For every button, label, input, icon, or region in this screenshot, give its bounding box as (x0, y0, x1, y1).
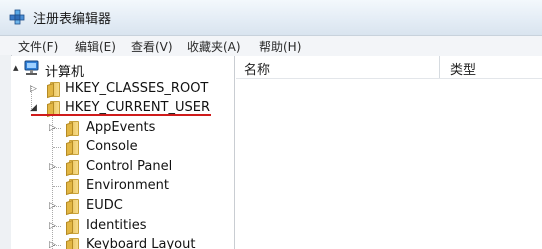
tree-item-label: Identities (86, 218, 147, 233)
window-title: 注册表编辑器 (33, 12, 112, 27)
registry-values-pane[interactable]: 名称 类型 (236, 56, 542, 249)
tree-item-label: HKEY_CLASSES_ROOT (65, 81, 209, 96)
tree-item-label: Console (86, 139, 138, 154)
folder-icon (66, 121, 80, 136)
menu-bar: 文件(F) 编辑(E) 查看(V) 收藏夹(A) 帮助(H) (0, 35, 542, 56)
expand-arrow-icon[interactable]: ▷ (49, 240, 56, 249)
header-separator (236, 78, 542, 79)
tree-item-label: HKEY_CURRENT_USER (65, 100, 211, 115)
menu-file[interactable]: 文件(F) (18, 38, 58, 55)
column-header-type[interactable]: 类型 (450, 59, 476, 78)
tree-item-label: Control Panel (86, 159, 173, 174)
tree-item-eudc[interactable]: ▷ EUDC (11, 196, 231, 216)
computer-icon (24, 60, 39, 75)
expand-arrow-icon[interactable]: ▷ (30, 84, 37, 94)
expand-arrow-icon[interactable]: ▷ (49, 221, 56, 231)
tree-item-label: AppEvents (86, 120, 156, 135)
expand-arrow-icon[interactable]: ▷ (49, 162, 56, 172)
tree-item-identities[interactable]: ▷ Identities (11, 216, 231, 236)
menu-view[interactable]: 查看(V) (131, 38, 173, 55)
column-divider[interactable] (439, 56, 440, 78)
tree-item-label: EUDC (86, 198, 123, 213)
highlight-underline (31, 114, 211, 116)
folder-icon (66, 219, 80, 234)
tree-item-appevents[interactable]: ▷ AppEvents (11, 118, 231, 138)
tree-item-keyboard-layout[interactable]: ▷ Keyboard Layout (11, 235, 231, 249)
folder-icon (66, 199, 80, 214)
title-bar: 注册表编辑器 (0, 0, 542, 35)
tree-item-environment[interactable]: Environment (11, 176, 231, 196)
folder-icon (47, 82, 61, 97)
folder-icon (66, 160, 80, 175)
registry-editor-icon (9, 9, 25, 25)
tree-item-console[interactable]: Console (11, 137, 231, 157)
tree-item-control-panel[interactable]: ▷ Control Panel (11, 157, 231, 177)
menu-favorites[interactable]: 收藏夹(A) (187, 38, 241, 55)
registry-tree-pane[interactable]: ▴ 计算机 ▷ HKEY_CLASSES_ROOT ◢ HKEY_CURRENT… (11, 56, 235, 249)
folder-icon (66, 179, 80, 194)
folder-icon (66, 140, 80, 155)
expand-arrow-icon[interactable]: ▷ (49, 201, 56, 211)
expand-arrow-icon[interactable]: ▷ (49, 123, 56, 133)
tree-item-label: Keyboard Layout (86, 237, 196, 249)
folder-open-icon (47, 101, 61, 116)
tree-item-computer[interactable]: ▴ 计算机 (11, 59, 231, 80)
column-header-name[interactable]: 名称 (244, 59, 270, 78)
tree-item-label: 计算机 (45, 65, 85, 80)
collapse-arrow-icon[interactable]: ▴ (13, 61, 19, 74)
tree-item-label: Environment (86, 178, 170, 193)
collapse-arrow-icon[interactable]: ◢ (30, 103, 37, 113)
menu-help[interactable]: 帮助(H) (259, 38, 301, 55)
menu-edit[interactable]: 编辑(E) (75, 38, 116, 55)
tree-item-hkey-classes-root[interactable]: ▷ HKEY_CLASSES_ROOT (11, 79, 231, 99)
folder-icon (66, 238, 80, 249)
